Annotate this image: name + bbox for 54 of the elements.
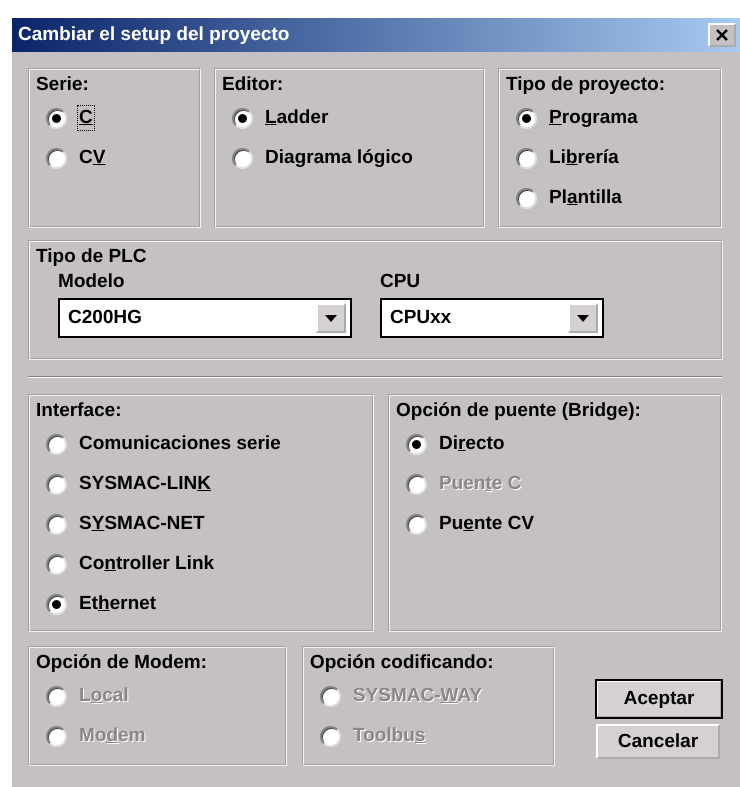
group-title: Serie: xyxy=(36,73,90,97)
option-label: Ethernet xyxy=(79,593,156,615)
close-icon xyxy=(715,29,729,41)
option-label: Puente CV xyxy=(439,513,534,535)
option-label: SYSMAC-NET xyxy=(79,513,205,535)
group-title: Editor: xyxy=(222,73,284,97)
option-label: Programa xyxy=(549,107,638,129)
radio-option[interactable]: Controller Link xyxy=(36,544,366,584)
radio-option[interactable]: Ethernet xyxy=(36,584,366,624)
option-label: Puente C xyxy=(439,473,522,495)
group-title: Tipo de proyecto: xyxy=(506,73,666,97)
radio-option[interactable]: Comunicaciones serie xyxy=(36,424,366,464)
radio-option[interactable]: Plantilla xyxy=(506,178,714,218)
option-label: C xyxy=(79,107,93,129)
group-title: Opción codificando: xyxy=(310,651,495,675)
close-button[interactable] xyxy=(708,23,736,47)
dropdown-button[interactable] xyxy=(316,303,346,333)
dialog-button[interactable]: Cancelar xyxy=(596,724,720,759)
option-label: Modem xyxy=(79,725,146,747)
option-label: Librería xyxy=(549,147,619,169)
radio-option[interactable]: SYSMAC-NET xyxy=(36,504,366,544)
radio-option[interactable]: Programa xyxy=(506,98,714,138)
option-label: Diagrama lógico xyxy=(265,147,413,169)
group-title: Interface: xyxy=(36,399,123,423)
radio-option[interactable]: Diagrama lógico xyxy=(222,138,477,178)
option-label: SYSMAC-LINK xyxy=(79,473,211,495)
field-label: CPU xyxy=(380,270,422,294)
group-title: Opción de Modem: xyxy=(36,651,208,675)
dropdown-field[interactable]: C200HG xyxy=(58,298,352,338)
field-label: Modelo xyxy=(58,270,126,294)
option-label: Toolbus xyxy=(352,725,426,747)
option-label: Plantilla xyxy=(549,187,622,209)
dropdown-field[interactable]: CPUxx xyxy=(380,298,604,338)
option-label: Comunicaciones serie xyxy=(79,433,281,455)
caret-icon xyxy=(325,314,337,322)
radio-option[interactable]: Directo xyxy=(396,424,714,464)
option-label: Local xyxy=(79,685,129,707)
radio-option[interactable]: Puente CV xyxy=(396,504,714,544)
dialog-button[interactable]: Aceptar xyxy=(596,680,722,718)
dropdown-button[interactable] xyxy=(568,303,598,333)
window-title: Cambiar el setup del proyecto xyxy=(18,24,290,46)
radio-option[interactable]: Ladder xyxy=(222,98,477,138)
option-label: Directo xyxy=(439,433,504,455)
group-title: Tipo de PLC xyxy=(36,245,148,269)
option-label: Controller Link xyxy=(79,553,214,575)
radio-option[interactable]: Librería xyxy=(506,138,714,178)
caret-icon xyxy=(577,314,589,322)
radio-option[interactable]: SYSMAC-LINK xyxy=(36,464,366,504)
radio-option[interactable]: CV xyxy=(36,138,193,178)
group-title: Opción de puente (Bridge): xyxy=(396,399,642,423)
radio-option[interactable]: C xyxy=(36,98,193,138)
option-label: Ladder xyxy=(265,107,328,129)
option-label: CV xyxy=(79,147,106,169)
option-label: SYSMAC-WAY xyxy=(352,685,482,707)
